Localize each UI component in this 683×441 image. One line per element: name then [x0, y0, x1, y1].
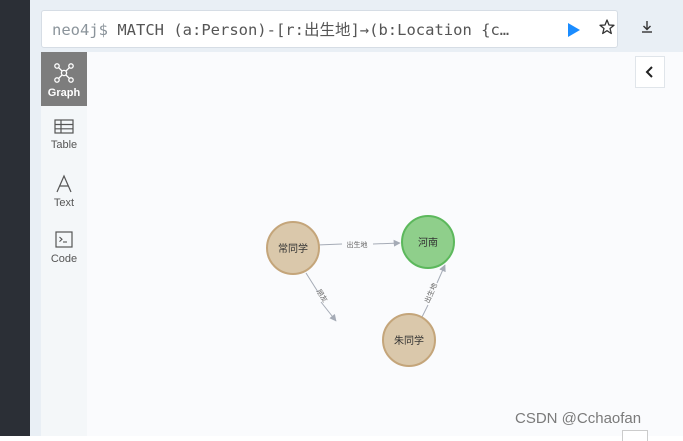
query-input[interactable]: neo4j$ MATCH (a:Person)-[r:出生地]→(b:Locat…: [52, 20, 552, 40]
table-icon: [54, 119, 74, 134]
graph-svg: 出生地 朋友 出生地 常同学 河南 朱同学: [266, 215, 455, 367]
node-label: 朱同学: [394, 334, 424, 347]
node-person-chang[interactable]: 常同学: [266, 221, 320, 275]
tab-code[interactable]: Code: [41, 220, 87, 274]
graph-icon: [54, 63, 74, 83]
download-icon[interactable]: [638, 18, 656, 36]
relationship-birthplace-2[interactable]: 出生地: [421, 264, 446, 318]
code-icon: [55, 231, 73, 248]
tab-code-label: Code: [50, 253, 78, 265]
left-rail: [0, 0, 30, 436]
node-person-zhu[interactable]: 朱同学: [382, 313, 436, 367]
query-text: MATCH (a:Person)-[r:出生地]→(b:Location {c…: [108, 21, 510, 39]
relationship-friend[interactable]: 朋友: [305, 272, 337, 322]
tab-text-label: Text: [53, 197, 75, 209]
node-label: 常同学: [278, 242, 308, 255]
query-prompt: neo4j$: [52, 21, 108, 39]
node-label: 河南: [418, 236, 438, 249]
node-location-henan[interactable]: 河南: [401, 215, 455, 269]
rel-label: 出生地: [347, 240, 368, 249]
collapse-panel-button[interactable]: [635, 56, 665, 88]
view-toolbar: Graph Table Text Code: [41, 52, 88, 436]
tab-text[interactable]: Text: [41, 164, 87, 218]
graph-canvas[interactable]: 出生地 朋友 出生地 常同学 河南 朱同学: [87, 52, 683, 436]
rel-label: 出生地: [422, 282, 439, 305]
rel-label: 朋友: [315, 287, 330, 304]
star-icon[interactable]: [598, 18, 616, 36]
tab-graph[interactable]: Graph: [41, 52, 87, 106]
play-icon[interactable]: [567, 23, 581, 37]
relationship-birthplace-1[interactable]: 出生地: [316, 239, 401, 249]
text-icon: [56, 174, 72, 193]
tab-table[interactable]: Table: [41, 108, 87, 162]
tab-graph-label: Graph: [47, 87, 81, 99]
chevron-left-icon: [645, 66, 653, 78]
watermark: CSDN @Cchaofan: [515, 410, 642, 427]
browser-app: neo4j$ MATCH (a:Person)-[r:出生地]→(b:Locat…: [30, 0, 683, 436]
tab-table-label: Table: [50, 139, 78, 151]
query-editor[interactable]: neo4j$ MATCH (a:Person)-[r:出生地]→(b:Locat…: [41, 10, 618, 48]
